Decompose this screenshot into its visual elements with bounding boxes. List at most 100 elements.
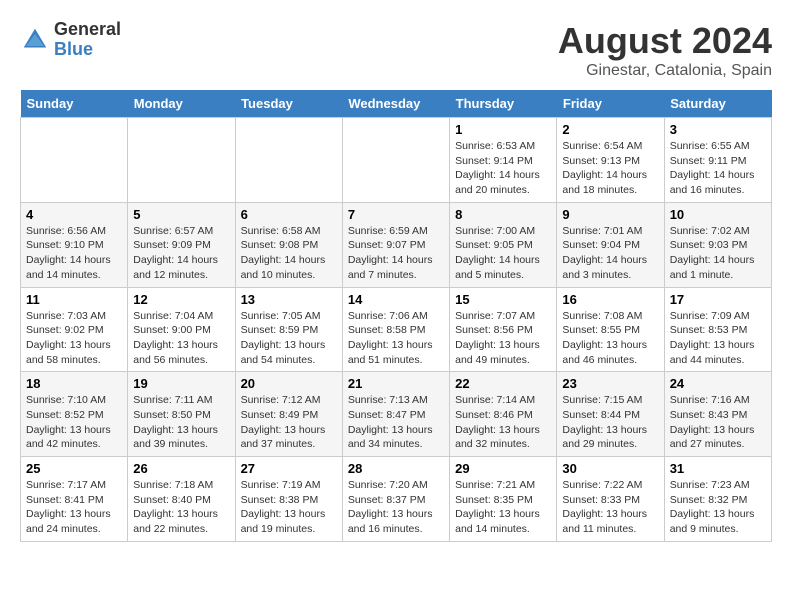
day-number: 16: [562, 292, 658, 307]
calendar-cell: 15 Sunrise: 7:07 AM Sunset: 8:56 PM Dayli…: [450, 287, 557, 372]
day-number: 30: [562, 461, 658, 476]
calendar-cell: 13 Sunrise: 7:05 AM Sunset: 8:59 PM Dayli…: [235, 287, 342, 372]
logo: General Blue: [20, 20, 121, 60]
day-info: Sunrise: 7:04 AM Sunset: 9:00 PM Dayligh…: [133, 310, 218, 366]
day-number: 25: [26, 461, 122, 476]
calendar-cell: 28 Sunrise: 7:20 AM Sunset: 8:37 PM Dayli…: [342, 457, 449, 542]
day-info: Sunrise: 6:54 AM Sunset: 9:13 PM Dayligh…: [562, 140, 647, 196]
day-info: Sunrise: 6:58 AM Sunset: 9:08 PM Dayligh…: [241, 225, 326, 281]
day-info: Sunrise: 7:20 AM Sunset: 8:37 PM Dayligh…: [348, 479, 433, 535]
day-number: 12: [133, 292, 229, 307]
calendar-cell: 12 Sunrise: 7:04 AM Sunset: 9:00 PM Dayli…: [128, 287, 235, 372]
day-number: 19: [133, 376, 229, 391]
calendar-cell: 10 Sunrise: 7:02 AM Sunset: 9:03 PM Dayli…: [664, 202, 771, 287]
day-info: Sunrise: 7:19 AM Sunset: 8:38 PM Dayligh…: [241, 479, 326, 535]
calendar-cell: [235, 118, 342, 203]
day-header-sunday: Sunday: [21, 90, 128, 118]
day-header-saturday: Saturday: [664, 90, 771, 118]
day-number: 3: [670, 122, 766, 137]
calendar-cell: 22 Sunrise: 7:14 AM Sunset: 8:46 PM Dayli…: [450, 372, 557, 457]
day-number: 6: [241, 207, 337, 222]
calendar-cell: 18Sunrise: 7:10 AM Sunset: 8:52 PM Dayli…: [21, 372, 128, 457]
day-number: 9: [562, 207, 658, 222]
day-info: Sunrise: 7:10 AM Sunset: 8:52 PM Dayligh…: [26, 394, 111, 450]
subtitle: Ginestar, Catalonia, Spain: [558, 62, 772, 80]
day-info: Sunrise: 7:05 AM Sunset: 8:59 PM Dayligh…: [241, 310, 326, 366]
day-header-wednesday: Wednesday: [342, 90, 449, 118]
logo-blue-text: Blue: [54, 40, 121, 60]
logo-general-text: General: [54, 20, 121, 40]
day-number: 10: [670, 207, 766, 222]
week-row-4: 18Sunrise: 7:10 AM Sunset: 8:52 PM Dayli…: [21, 372, 772, 457]
week-row-3: 11Sunrise: 7:03 AM Sunset: 9:02 PM Dayli…: [21, 287, 772, 372]
calendar-cell: [342, 118, 449, 203]
day-number: 22: [455, 376, 551, 391]
calendar-cell: 23Sunrise: 7:15 AM Sunset: 8:44 PM Dayli…: [557, 372, 664, 457]
day-number: 29: [455, 461, 551, 476]
day-number: 8: [455, 207, 551, 222]
day-number: 4: [26, 207, 122, 222]
day-header-thursday: Thursday: [450, 90, 557, 118]
calendar-cell: 1Sunrise: 6:53 AM Sunset: 9:14 PM Daylig…: [450, 118, 557, 203]
day-info: Sunrise: 7:03 AM Sunset: 9:02 PM Dayligh…: [26, 310, 111, 366]
day-info: Sunrise: 7:11 AM Sunset: 8:50 PM Dayligh…: [133, 394, 218, 450]
day-info: Sunrise: 7:08 AM Sunset: 8:55 PM Dayligh…: [562, 310, 647, 366]
calendar-cell: 19 Sunrise: 7:11 AM Sunset: 8:50 PM Dayli…: [128, 372, 235, 457]
day-info: Sunrise: 7:16 AM Sunset: 8:43 PM Dayligh…: [670, 394, 755, 450]
calendar-cell: 21 Sunrise: 7:13 AM Sunset: 8:47 PM Dayli…: [342, 372, 449, 457]
day-info: Sunrise: 7:15 AM Sunset: 8:44 PM Dayligh…: [562, 394, 647, 450]
day-info: Sunrise: 7:06 AM Sunset: 8:58 PM Dayligh…: [348, 310, 433, 366]
day-header-monday: Monday: [128, 90, 235, 118]
day-info: Sunrise: 7:18 AM Sunset: 8:40 PM Dayligh…: [133, 479, 218, 535]
day-number: 2: [562, 122, 658, 137]
day-number: 20: [241, 376, 337, 391]
calendar-cell: 31 Sunrise: 7:23 AM Sunset: 8:32 PM Dayli…: [664, 457, 771, 542]
calendar-cell: 27 Sunrise: 7:19 AM Sunset: 8:38 PM Dayli…: [235, 457, 342, 542]
calendar-cell: [128, 118, 235, 203]
day-number: 26: [133, 461, 229, 476]
day-number: 27: [241, 461, 337, 476]
day-info: Sunrise: 7:23 AM Sunset: 8:32 PM Dayligh…: [670, 479, 755, 535]
calendar-cell: 26 Sunrise: 7:18 AM Sunset: 8:40 PM Dayli…: [128, 457, 235, 542]
day-number: 21: [348, 376, 444, 391]
day-number: 13: [241, 292, 337, 307]
calendar-cell: 4Sunrise: 6:56 AM Sunset: 9:10 PM Daylig…: [21, 202, 128, 287]
day-number: 31: [670, 461, 766, 476]
day-info: Sunrise: 6:57 AM Sunset: 9:09 PM Dayligh…: [133, 225, 218, 281]
day-header-tuesday: Tuesday: [235, 90, 342, 118]
day-info: Sunrise: 7:12 AM Sunset: 8:49 PM Dayligh…: [241, 394, 326, 450]
day-info: Sunrise: 7:21 AM Sunset: 8:35 PM Dayligh…: [455, 479, 540, 535]
day-info: Sunrise: 7:00 AM Sunset: 9:05 PM Dayligh…: [455, 225, 540, 281]
calendar-cell: 16 Sunrise: 7:08 AM Sunset: 8:55 PM Dayli…: [557, 287, 664, 372]
calendar-cell: 3 Sunrise: 6:55 AM Sunset: 9:11 PM Daylig…: [664, 118, 771, 203]
day-number: 7: [348, 207, 444, 222]
day-info: Sunrise: 7:01 AM Sunset: 9:04 PM Dayligh…: [562, 225, 647, 281]
main-title: August 2024: [558, 20, 772, 62]
day-info: Sunrise: 7:14 AM Sunset: 8:46 PM Dayligh…: [455, 394, 540, 450]
day-number: 24: [670, 376, 766, 391]
day-info: Sunrise: 7:02 AM Sunset: 9:03 PM Dayligh…: [670, 225, 755, 281]
calendar-cell: 24 Sunrise: 7:16 AM Sunset: 8:43 PM Dayli…: [664, 372, 771, 457]
calendar-cell: 29 Sunrise: 7:21 AM Sunset: 8:35 PM Dayli…: [450, 457, 557, 542]
day-info: Sunrise: 7:13 AM Sunset: 8:47 PM Dayligh…: [348, 394, 433, 450]
logo-icon: [20, 25, 50, 55]
day-number: 15: [455, 292, 551, 307]
day-number: 5: [133, 207, 229, 222]
day-info: Sunrise: 7:07 AM Sunset: 8:56 PM Dayligh…: [455, 310, 540, 366]
page-header: General Blue August 2024 Ginestar, Catal…: [20, 20, 772, 80]
calendar-cell: 25Sunrise: 7:17 AM Sunset: 8:41 PM Dayli…: [21, 457, 128, 542]
calendar-cell: 30Sunrise: 7:22 AM Sunset: 8:33 PM Dayli…: [557, 457, 664, 542]
calendar-cell: 5 Sunrise: 6:57 AM Sunset: 9:09 PM Daylig…: [128, 202, 235, 287]
day-header-friday: Friday: [557, 90, 664, 118]
calendar-cell: 11Sunrise: 7:03 AM Sunset: 9:02 PM Dayli…: [21, 287, 128, 372]
week-row-2: 4Sunrise: 6:56 AM Sunset: 9:10 PM Daylig…: [21, 202, 772, 287]
day-number: 17: [670, 292, 766, 307]
calendar-cell: 14Sunrise: 7:06 AM Sunset: 8:58 PM Dayli…: [342, 287, 449, 372]
day-info: Sunrise: 6:55 AM Sunset: 9:11 PM Dayligh…: [670, 140, 755, 196]
week-row-5: 25Sunrise: 7:17 AM Sunset: 8:41 PM Dayli…: [21, 457, 772, 542]
calendar-cell: 17Sunrise: 7:09 AM Sunset: 8:53 PM Dayli…: [664, 287, 771, 372]
days-header-row: SundayMondayTuesdayWednesdayThursdayFrid…: [21, 90, 772, 118]
day-number: 28: [348, 461, 444, 476]
week-row-1: 1Sunrise: 6:53 AM Sunset: 9:14 PM Daylig…: [21, 118, 772, 203]
calendar-cell: 7Sunrise: 6:59 AM Sunset: 9:07 PM Daylig…: [342, 202, 449, 287]
